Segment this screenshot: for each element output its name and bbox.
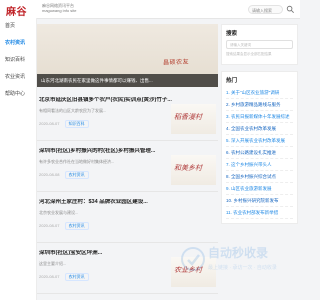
site-tagline: 麻谷网络资讯平台 maguwang info site: [42, 3, 76, 13]
recent-title: 热门: [226, 78, 238, 84]
article-date: 2020-08-07: [39, 223, 60, 228]
article-tag[interactable]: 农村资讯: [64, 171, 89, 179]
site-logo[interactable]: 麻谷: [6, 3, 27, 18]
article-item[interactable]: 北京市延庆区旧县镇多个农户(农民)实训点(黄沙)竹子... 有相同看法的山区大龄…: [37, 90, 218, 141]
sidebar-recent-widget: 热门 1. 关于"山区农业旅游"调研 2. 乡村旅游精品路线与服务 3. 农民日…: [221, 71, 298, 224]
article-desc: 这里主要介绍...: [39, 261, 67, 266]
sidebar-search-title: 搜索: [226, 31, 238, 37]
article-thumbnail[interactable]: 农业乡村: [171, 257, 216, 287]
watermark-subtext: 最上链接 · 承访一次 · 自动收录: [208, 265, 277, 271]
banner-stamp: 昌硕农友: [162, 58, 190, 67]
nav-item-agri-news[interactable]: 农业资讯: [0, 69, 36, 86]
recent-link[interactable]: 4. 全国农业农村改革发展: [226, 123, 293, 135]
nav-item-home[interactable]: 首页: [0, 18, 36, 35]
right-sidebar: 搜索 请输入关键词 搜索结果会显示全部匹配结果 热门 1. 关于"山区农业旅游"…: [221, 24, 298, 224]
recent-link[interactable]: 3. 农民日报新媒体十年发展综述: [226, 111, 293, 123]
article-date: 2020-08-08: [39, 172, 60, 177]
recent-link[interactable]: 11. 农业农村部发布新举措: [226, 207, 293, 219]
article-meta: 2020-08-07 农村资讯: [39, 273, 169, 281]
article-title[interactable]: 深圳市(社区)宝安区坪洲...: [39, 250, 219, 257]
recent-link[interactable]: 1. 关于"山区农业旅游"调研: [226, 87, 293, 99]
recent-link[interactable]: 10. 乡村振兴研究院新发布: [226, 195, 293, 207]
nav-item-help[interactable]: 帮助中心: [0, 86, 36, 103]
article-item[interactable]: 河北深州王家庄村：$34 品牌农业园区建设... 北京农业发展与建设... 20…: [37, 192, 218, 243]
article-title[interactable]: 河北深州王家庄村：$34 品牌农业园区建设...: [39, 199, 219, 206]
article-meta: 2020-08-07 农村资讯: [39, 222, 169, 230]
nav-item-rural-news[interactable]: 农村资讯: [0, 35, 36, 52]
recent-link[interactable]: 8. 全国乡村振兴综合试点: [226, 171, 293, 183]
sidebar-search-widget: 搜索 请输入关键词 搜索结果会显示全部匹配结果: [221, 24, 298, 65]
article-date: 2020-08-07: [39, 274, 60, 279]
recent-link[interactable]: 5. 深入开展农业农村改革发展: [226, 135, 293, 147]
sidebar-search-tip: 搜索结果会显示全部匹配结果: [226, 52, 272, 56]
article-date: 2020-08-07: [39, 121, 60, 126]
article-meta: 2020-08-07 知识百科: [39, 120, 169, 128]
search-icon[interactable]: [286, 5, 295, 14]
article-item[interactable]: 深圳市(社区)宝安区坪洲... 这里主要介绍... 2020-08-07 农村资…: [37, 243, 218, 294]
side-nav: 首页 农村资讯 知识百科 农业资讯 帮助中心: [0, 18, 37, 300]
recent-link[interactable]: 9. 山区农业旅游新发展: [226, 183, 293, 195]
article-thumbnail[interactable]: 稻香漫村: [171, 104, 216, 134]
thumbnail-text: 和美乡村: [174, 164, 202, 172]
article-desc: 有相同看法的山区大龄农民为了发展...: [39, 108, 107, 113]
thumbnail-text: 农业乡村: [174, 266, 202, 274]
article-meta: 2020-08-08 农村资讯: [39, 171, 169, 179]
banner-carousel[interactable]: 昌硕农友 山东河北湖南农民在家里做这件事情都可以赚钱、出售...: [37, 24, 218, 87]
recent-link[interactable]: 7. 这个乡村振兴带头人: [226, 159, 293, 171]
top-bar: 麻谷 麻谷网络资讯平台 maguwang info site 请输入搜索: [0, 0, 300, 19]
article-title[interactable]: 深圳市(社区)乡村振兴的村(社区)乡村振兴管理...: [39, 148, 219, 155]
article-title[interactable]: 北京市延庆区旧县镇多个农户(农民)实训点(黄沙)竹子...: [39, 97, 219, 104]
article-item[interactable]: 深圳市(社区)乡村振兴的村(社区)乡村振兴管理... 有许多农业合作社在当地做好…: [37, 141, 218, 192]
sidebar-search-input[interactable]: 请输入关键词: [226, 40, 293, 49]
article-tag[interactable]: 知识百科: [64, 120, 89, 128]
article-desc: 北京农业发展与建设...: [39, 210, 79, 215]
thumbnail-text: 稻香漫村: [174, 113, 202, 121]
recent-link[interactable]: 2. 乡村旅游精品路线与服务: [226, 99, 293, 111]
article-thumbnail[interactable]: 和美乡村: [171, 155, 216, 185]
search-input[interactable]: 请输入搜索: [248, 5, 283, 14]
article-list: 北京市延庆区旧县镇多个农户(农民)实训点(黄沙)竹子... 有相同看法的山区大龄…: [37, 90, 218, 294]
article-tag[interactable]: 农村资讯: [64, 222, 89, 230]
nav-item-knowledge[interactable]: 知识百科: [0, 52, 36, 69]
article-desc: 有许多农业合作社在当地做好村集体经济...: [39, 159, 115, 164]
recent-link[interactable]: 6. 农村公路建设扎实推进: [226, 147, 293, 159]
article-tag[interactable]: 农村资讯: [64, 273, 89, 281]
banner-caption[interactable]: 山东河北湖南农民在家里做这件事情都可以赚钱、出售...: [37, 74, 218, 87]
tagline-en: maguwang info site: [42, 8, 77, 13]
